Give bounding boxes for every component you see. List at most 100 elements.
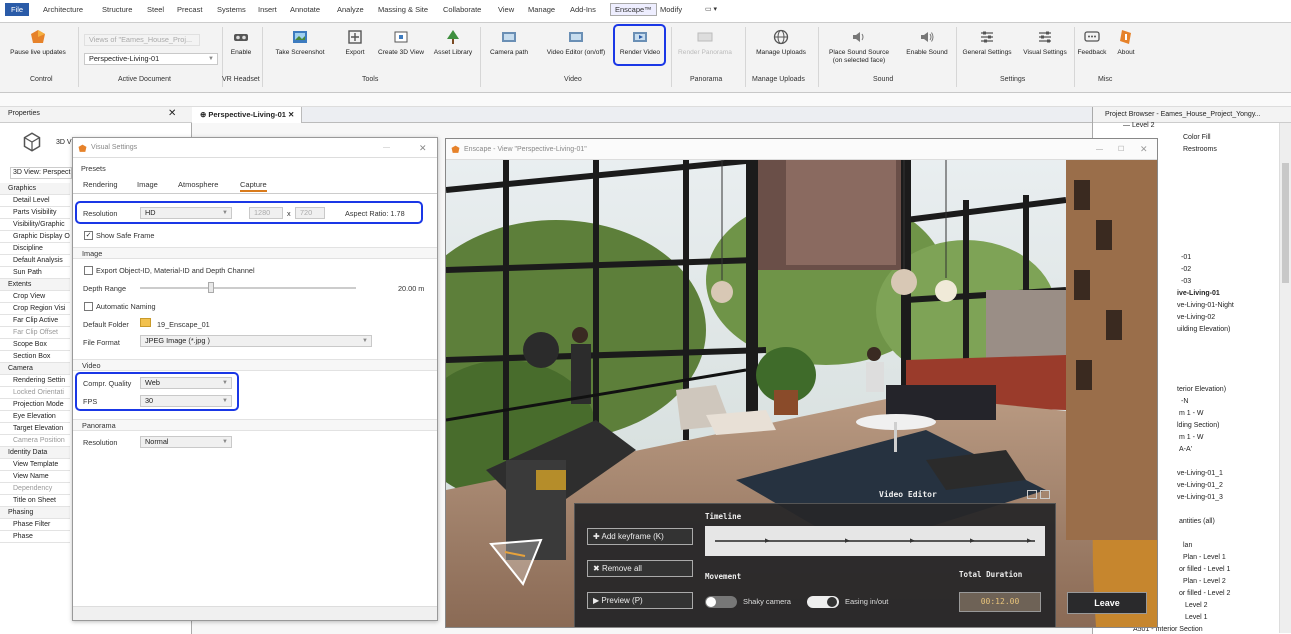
property-row[interactable]: Crop View xyxy=(0,291,70,303)
browser-tree-item[interactable]: lan xyxy=(1183,542,1192,549)
property-row[interactable]: Eye Elevation xyxy=(0,411,70,423)
property-row[interactable]: Scope Box xyxy=(0,339,70,351)
browser-tree-item[interactable]: Plan - Level 1 xyxy=(1183,554,1226,561)
browser-tree-item[interactable]: A-A' xyxy=(1179,446,1192,453)
properties-close-icon[interactable]: ✕ xyxy=(168,108,176,119)
property-section-header[interactable]: Graphics xyxy=(0,183,70,195)
shaky-camera-toggle[interactable] xyxy=(705,596,737,608)
property-row[interactable]: Phase Filter xyxy=(0,519,70,531)
export-channels-checkbox[interactable] xyxy=(84,266,93,275)
add-keyframe-button[interactable]: ✚ Add keyframe (K) xyxy=(587,528,693,545)
property-row[interactable]: Graphic Display O xyxy=(0,231,70,243)
remove-all-button[interactable]: ✖ Remove all xyxy=(587,560,693,577)
about-button[interactable]: About xyxy=(1111,27,1141,57)
automatic-naming-checkbox[interactable] xyxy=(84,302,93,311)
close-icon[interactable]: ✕ xyxy=(419,138,427,158)
file-format-select[interactable]: JPEG Image (*.jpg ) ▼ xyxy=(140,335,372,347)
show-safe-frame-checkbox[interactable]: ✓ xyxy=(84,231,93,240)
view-selector[interactable]: 3D View: Perspect xyxy=(10,167,72,179)
browser-tree-item[interactable]: lding Section) xyxy=(1177,422,1219,429)
visual-settings-button[interactable]: Visual Settings xyxy=(1018,27,1072,57)
timeline-track[interactable]: ▸ ▸ ▸ ▸ ▸ xyxy=(705,526,1045,556)
property-row[interactable]: Title on Sheet xyxy=(0,495,70,507)
menu-annotate[interactable]: Annotate xyxy=(290,5,320,14)
property-row[interactable]: Crop Region Visi xyxy=(0,303,70,315)
browser-scrollbar[interactable] xyxy=(1279,123,1291,633)
property-row[interactable]: View Name xyxy=(0,471,70,483)
camera-compass-icon[interactable] xyxy=(489,538,543,588)
property-row[interactable]: Dependency xyxy=(0,483,70,495)
minimize-panel-icon[interactable] xyxy=(1027,490,1037,499)
property-section-header[interactable]: Identity Data xyxy=(0,447,70,459)
leave-button[interactable]: Leave xyxy=(1067,592,1147,614)
enable-sound-button[interactable]: Enable Sound xyxy=(901,27,953,57)
property-row[interactable]: Far Clip Active xyxy=(0,315,70,327)
browser-tree-item[interactable]: Color Fill xyxy=(1183,134,1211,141)
browser-tree-item[interactable]: ve-Living-01_3 xyxy=(1177,494,1223,501)
duration-field[interactable]: 00:12.00 xyxy=(959,592,1041,612)
property-row[interactable]: Camera Position xyxy=(0,435,70,447)
rendered-viewport[interactable]: Video Editor Timeline ▸ ▸ ▸ ▸ ▸ ✚ Add ke… xyxy=(446,160,1157,627)
menu-options-icon[interactable]: ▭ ▾ xyxy=(705,5,717,13)
menu-structure[interactable]: Structure xyxy=(102,5,132,14)
browser-tree-item[interactable]: or filled - Level 2 xyxy=(1179,590,1230,597)
property-section-header[interactable]: Camera xyxy=(0,363,70,375)
menu-add-ins[interactable]: Add-Ins xyxy=(570,5,596,14)
easing-toggle[interactable] xyxy=(807,596,839,608)
close-icon[interactable]: ✕ xyxy=(1140,139,1148,160)
tab-perspective-living-01[interactable]: ⊕ Perspective-Living-01 ✕ xyxy=(192,107,302,123)
render-panorama-button[interactable]: Render Panorama xyxy=(675,27,735,57)
property-row[interactable]: Sun Path xyxy=(0,267,70,279)
take-screenshot-button[interactable]: Take Screenshot xyxy=(270,27,330,57)
browser-tree-item[interactable]: -01 xyxy=(1181,254,1191,261)
browser-tree-item[interactable]: -02 xyxy=(1181,266,1191,273)
close-panel-icon[interactable] xyxy=(1040,490,1050,499)
tab-image[interactable]: Image xyxy=(137,180,158,189)
minimize-icon[interactable]: — xyxy=(383,138,390,158)
browser-tree-item[interactable]: ve-Living-01-Night xyxy=(1177,302,1234,309)
manage-uploads-button[interactable]: Manage Uploads xyxy=(750,27,812,57)
menu-systems[interactable]: Systems xyxy=(217,5,246,14)
browser-tree-item[interactable]: Level 1 xyxy=(1185,614,1208,621)
general-settings-button[interactable]: General Settings xyxy=(958,27,1016,57)
property-row[interactable]: Far Clip Offset xyxy=(0,327,70,339)
menu-modify[interactable]: Modify xyxy=(660,5,682,14)
property-row[interactable]: Parts Visibility xyxy=(0,207,70,219)
property-row[interactable]: Visibility/Graphic xyxy=(0,219,70,231)
views-of-project-field[interactable]: Views of "Eames_House_Proj... xyxy=(84,34,200,46)
property-row[interactable]: Discipline xyxy=(0,243,70,255)
browser-tree-item[interactable]: ve-Living-01_2 xyxy=(1177,482,1223,489)
menu-steel[interactable]: Steel xyxy=(147,5,164,14)
property-row[interactable]: Rendering Settin xyxy=(0,375,70,387)
menu-view[interactable]: View xyxy=(498,5,514,14)
menu-enscape[interactable]: Enscape™ xyxy=(610,3,657,16)
browser-tree-item[interactable]: m 1 - W xyxy=(1179,434,1204,441)
pano-resolution-select[interactable]: Normal ▼ xyxy=(140,436,232,448)
vr-enable-button[interactable]: Enable xyxy=(226,27,256,57)
browser-tree-item[interactable]: Plan - Level 2 xyxy=(1183,578,1226,585)
browser-tree-item[interactable]: terior Elevation) xyxy=(1177,386,1226,393)
menu-collaborate[interactable]: Collaborate xyxy=(443,5,481,14)
property-section-header[interactable]: Phasing xyxy=(0,507,70,519)
depth-range-slider-handle[interactable] xyxy=(208,282,214,293)
property-row[interactable]: Phase xyxy=(0,531,70,543)
browser-tree-item[interactable]: antities (all) xyxy=(1179,518,1215,525)
pause-live-updates-button[interactable]: Pause live updates xyxy=(8,27,68,57)
browser-tree-item[interactable]: Restrooms xyxy=(1183,146,1217,153)
menu-analyze[interactable]: Analyze xyxy=(337,5,364,14)
property-row[interactable]: Projection Mode xyxy=(0,399,70,411)
feedback-button[interactable]: Feedback xyxy=(1075,27,1109,57)
property-row[interactable]: Locked Orientati xyxy=(0,387,70,399)
create-3d-view-button[interactable]: Create 3D View xyxy=(373,27,429,57)
camera-path-button[interactable]: Camera path xyxy=(486,27,532,57)
menu-architecture[interactable]: Architecture xyxy=(43,5,83,14)
folder-icon[interactable] xyxy=(140,318,151,327)
property-row[interactable]: Section Box xyxy=(0,351,70,363)
tab-atmosphere[interactable]: Atmosphere xyxy=(178,180,218,189)
menu-massing-site[interactable]: Massing & Site xyxy=(378,5,428,14)
menu-file[interactable]: File xyxy=(5,3,30,16)
place-sound-source-button[interactable]: Place Sound Source (on selected face) xyxy=(822,27,896,65)
property-row[interactable]: View Template xyxy=(0,459,70,471)
depth-range-slider-track[interactable] xyxy=(140,287,356,289)
maximize-icon[interactable]: ☐ xyxy=(1118,139,1124,160)
